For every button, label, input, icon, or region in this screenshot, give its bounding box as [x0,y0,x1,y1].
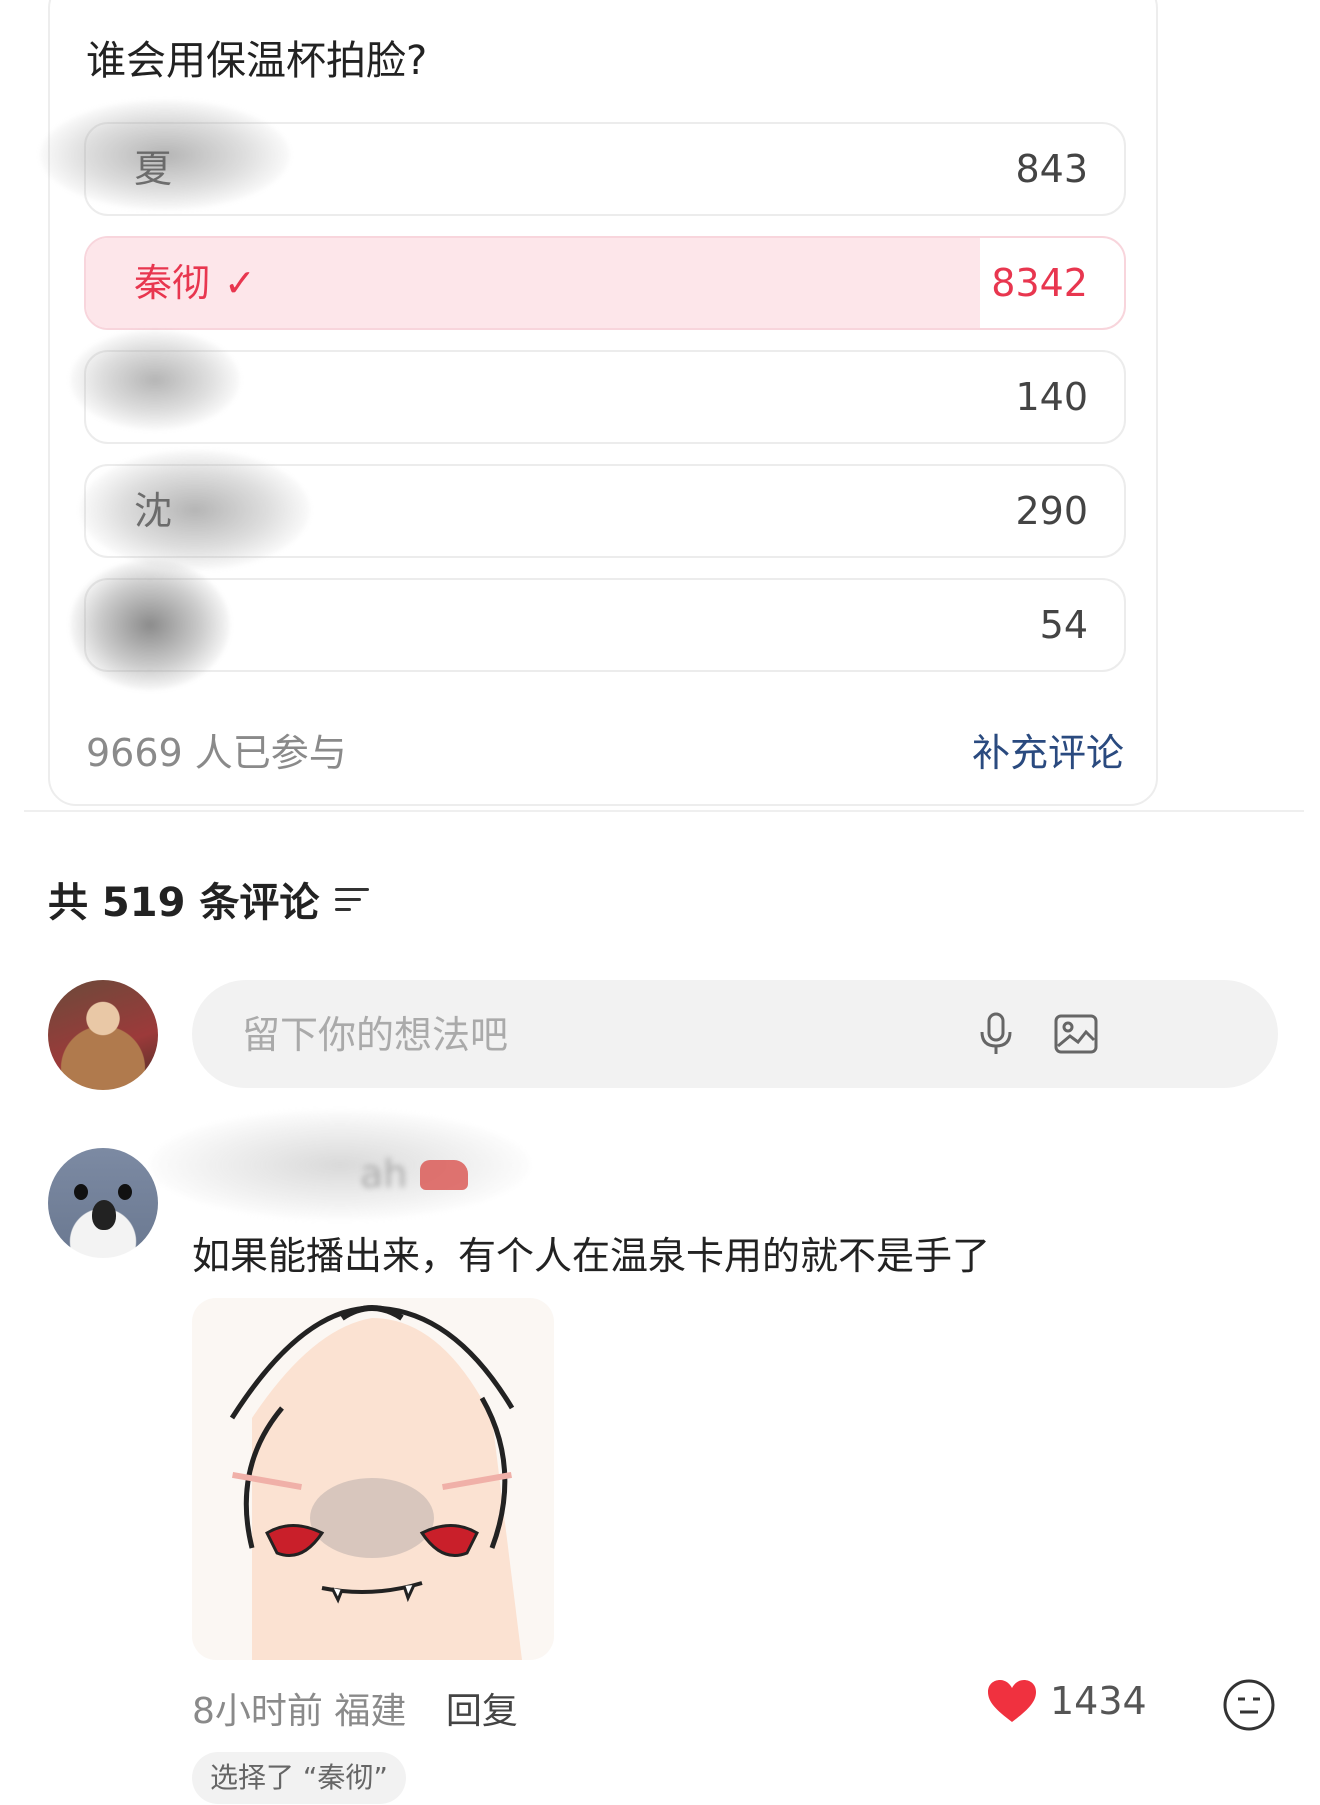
redaction-smudge [80,450,310,570]
comments-count: 共 519 条评论 [48,880,320,926]
poll-choice-badge: 选择了 “秦彻” [192,1752,406,1804]
redaction-smudge [70,330,240,430]
avatar-eye [74,1184,88,1200]
car-emoji-icon [420,1160,468,1190]
sticker-image[interactable] [192,1298,554,1660]
poll-option-count: 8342 [991,261,1088,305]
avatar-eye [118,1184,132,1200]
divider [24,810,1304,812]
poll-option-count: 290 [1015,489,1088,533]
poll-participants: 9669 人已参与 [86,731,347,775]
avatar-nose [92,1200,116,1230]
microphone-icon[interactable] [972,1010,1020,1058]
redaction-smudge [150,1110,530,1220]
comment-time: 8小时前 [192,1691,323,1732]
comment-text: 如果能播出来，有个人在温泉卡用的就不是手了 [192,1234,991,1278]
sort-filter-icon[interactable] [335,884,370,914]
avatar[interactable] [48,980,158,1090]
poll-question: 谁会用保温杯拍脸? [86,38,428,84]
poll-option-count: 140 [1015,375,1088,419]
checkmark-icon: ✓ [224,261,256,305]
comments-header: 共 519 条评论 [48,870,370,928]
poll-option-count: 54 [1039,603,1088,647]
reply-button[interactable]: 回复 [446,1691,518,1732]
poll-option-2[interactable]: 秦彻 ✓ 8342 [84,236,1126,330]
poll-option-label-text: 秦彻 [134,261,211,305]
comment-location: 福建 [334,1691,407,1732]
redaction-smudge [70,560,230,690]
sticker-illustration [192,1298,554,1660]
emoji-face-icon[interactable] [1222,1678,1276,1732]
poll-option-5[interactable]: 54 [84,578,1126,672]
add-comment-link[interactable]: 补充评论 [972,722,1124,777]
poll-option-count: 843 [1015,147,1088,191]
poll-option-3[interactable]: 140 [84,350,1126,444]
avatar[interactable] [48,1148,158,1258]
redaction-smudge [40,100,290,210]
like-button[interactable]: 1434 [986,1678,1147,1724]
comment-input-bar[interactable] [192,980,1278,1090]
image-icon[interactable] [1052,1010,1100,1058]
comment-meta: 8小时前 福建 回复 [192,1682,518,1734]
comment-username[interactable]: ah [360,1152,407,1196]
comment-input[interactable] [240,980,1044,1090]
heart-icon [988,1680,1036,1722]
like-count: 1434 [1050,1679,1147,1723]
poll-option-label: 秦彻 ✓ [134,238,256,328]
